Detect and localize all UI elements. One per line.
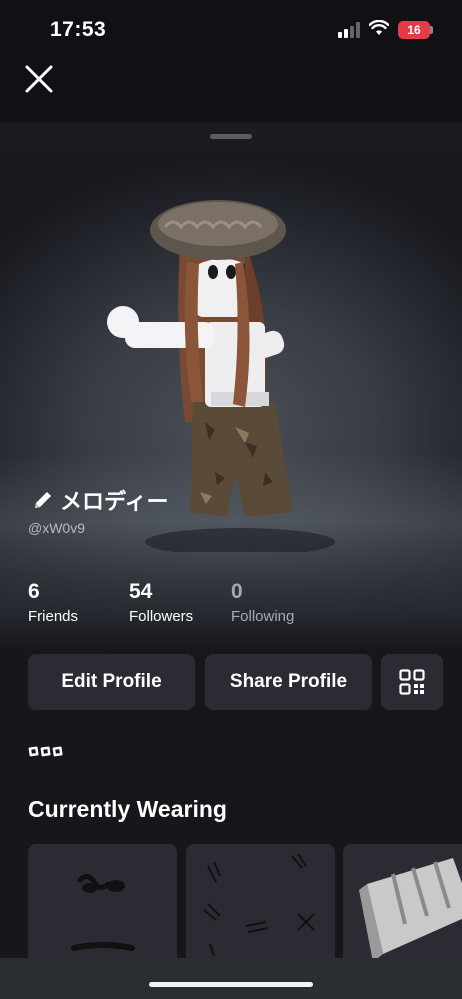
friends-label: Friends	[28, 608, 79, 625]
stat-friends[interactable]: 6 Friends	[28, 580, 78, 625]
avatar-stage	[0, 152, 462, 652]
qr-code-button[interactable]	[381, 654, 443, 710]
home-bar-zone	[0, 958, 462, 999]
pencil-icon[interactable]	[32, 489, 54, 511]
followers-count: 54	[129, 580, 153, 603]
sheet-header	[0, 122, 462, 152]
share-profile-button[interactable]: Share Profile	[205, 654, 372, 710]
display-name-text: メロディー	[60, 489, 169, 514]
currently-wearing-title: Currently Wearing	[28, 796, 227, 822]
username: @xW0v9	[28, 520, 85, 536]
following-count: 0	[231, 580, 243, 603]
wifi-icon	[369, 20, 389, 35]
close-icon[interactable]	[22, 62, 56, 96]
status-bar: 17:53 16	[0, 0, 462, 60]
signal-icon	[338, 22, 360, 38]
stats-row: 6 Friends 54 Followers 0 Following	[28, 580, 448, 630]
following-label: Following	[231, 608, 295, 625]
edit-profile-button[interactable]: Edit Profile	[28, 654, 195, 710]
status-time: 17:53	[50, 18, 107, 41]
qr-code-icon	[399, 669, 425, 695]
more-dots-icon[interactable]	[28, 745, 64, 759]
drag-handle[interactable]	[210, 134, 252, 139]
battery-tip	[430, 26, 433, 34]
stat-followers[interactable]: 54 Followers	[129, 580, 193, 625]
stat-following[interactable]: 0 Following	[231, 580, 294, 625]
display-name[interactable]: メロディー	[32, 484, 168, 516]
top-nav	[0, 60, 462, 122]
followers-label: Followers	[129, 608, 194, 625]
battery-icon: 16	[398, 21, 430, 39]
friends-count: 6	[28, 580, 40, 603]
home-indicator[interactable]	[149, 982, 313, 987]
